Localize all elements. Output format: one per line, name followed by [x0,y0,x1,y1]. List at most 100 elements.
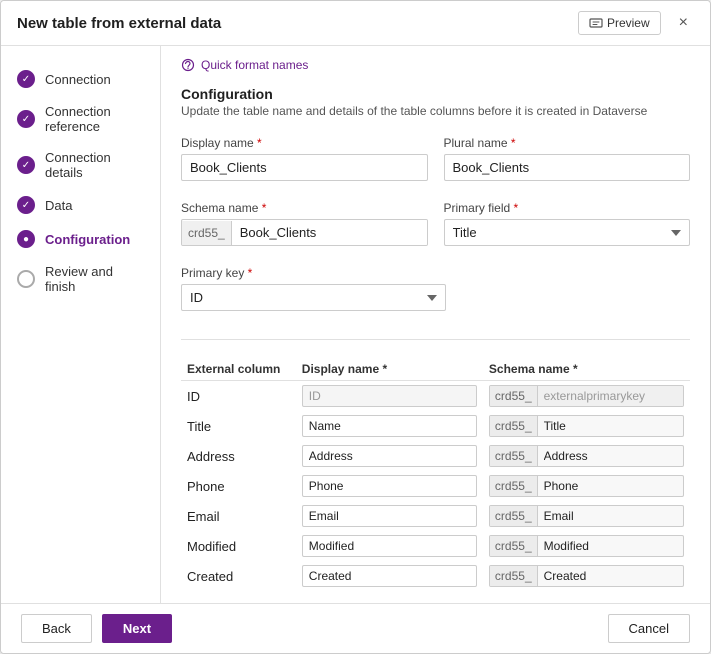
cell-schema: crd55_ [483,441,690,471]
dialog-body: ✓ Connection ✓ Connection reference ✓ Co… [1,46,710,603]
schema-cell-prefix: crd55_ [490,386,538,406]
step-circle-connection: ✓ [17,70,35,88]
next-button[interactable]: Next [102,614,172,643]
sidebar-item-connection-details[interactable]: ✓ Connection details [1,142,160,188]
plural-name-label: Plural name * [444,136,691,150]
cell-external: Created [181,561,296,591]
schema-cell-input[interactable] [538,506,683,526]
plural-name-input[interactable] [444,154,691,181]
cell-display [296,381,483,412]
footer-left: Back Next [21,614,172,643]
primary-key-select[interactable]: ID [181,284,446,311]
cell-external: Modified [181,531,296,561]
table-row: Emailcrd55_ [181,501,690,531]
table-row: Phone crd55_ [181,471,690,501]
preview-button[interactable]: Preview [578,11,661,35]
cell-display [296,501,483,531]
step-circle-data: ✓ [17,196,35,214]
table-row: Title crd55_ [181,411,690,441]
preview-icon [589,16,603,30]
primary-field-group: Primary field * Title [444,201,691,246]
cell-schema: crd55_ [483,381,690,412]
display-name-cell-input[interactable] [302,445,477,467]
primary-key-row: Primary key * ID [181,266,690,311]
schema-name-input-wrapper: crd55_ [181,219,428,246]
divider [181,339,690,340]
cell-external: Address [181,441,296,471]
section-title: Configuration [181,86,690,102]
display-name-input[interactable] [181,154,428,181]
table-row: Address crd55_ [181,441,690,471]
primary-field-label: Primary field * [444,201,691,215]
sidebar-item-connection-reference[interactable]: ✓ Connection reference [1,96,160,142]
dialog-header: New table from external data Preview × [1,1,710,46]
schema-cell-input[interactable] [538,386,683,406]
schema-cell-input[interactable] [538,536,683,556]
col-header-schema: Schema name * [483,358,690,381]
display-name-cell-input[interactable] [302,475,477,497]
schema-cell-input[interactable] [538,476,683,496]
display-name-label: Display name * [181,136,428,150]
cell-schema: crd55_ [483,531,690,561]
sidebar-item-review[interactable]: Review and finish [1,256,160,302]
dialog-title: New table from external data [17,15,221,32]
schema-cell-prefix: crd55_ [490,506,538,526]
columns-table: External column Display name * Schema na… [181,358,690,591]
schema-cell-input[interactable] [538,416,683,436]
cell-external: Phone [181,471,296,501]
primary-key-label: Primary key * [181,266,446,280]
quick-format-bar[interactable]: Quick format names [181,58,690,72]
schema-cell-input[interactable] [538,566,683,586]
plural-name-group: Plural name * [444,136,691,181]
cell-display [296,561,483,591]
col-header-external: External column [181,358,296,381]
dialog-footer: Back Next Cancel [1,603,710,653]
configuration-section: Configuration Update the table name and … [181,86,690,126]
schema-cell-prefix: crd55_ [490,416,538,436]
step-circle-connection-reference: ✓ [17,110,35,128]
cell-schema: crd55_ [483,561,690,591]
sidebar-item-connection[interactable]: ✓ Connection [1,62,160,96]
cell-display [296,441,483,471]
display-name-cell-input[interactable] [302,385,477,407]
display-name-cell-input[interactable] [302,535,477,557]
primary-key-select-wrapper: ID [181,284,446,311]
section-desc: Update the table name and details of the… [181,104,690,118]
primary-field-select-wrapper: Title [444,219,691,246]
display-name-cell-input[interactable] [302,505,477,527]
footer-right: Cancel [608,614,690,643]
step-circle-review [17,270,35,288]
display-name-cell-input[interactable] [302,415,477,437]
cell-display [296,411,483,441]
schema-prefix: crd55_ [182,221,232,245]
schema-cell-input[interactable] [538,446,683,466]
display-name-group: Display name * [181,136,428,181]
sidebar-item-data[interactable]: ✓ Data [1,188,160,222]
schema-cell-prefix: crd55_ [490,566,538,586]
main-content: Quick format names Configuration Update … [161,46,710,603]
primary-field-select[interactable]: Title [444,219,691,246]
schema-cell-prefix: crd55_ [490,536,538,556]
sidebar-item-configuration[interactable]: ● Configuration [1,222,160,256]
cancel-button[interactable]: Cancel [608,614,690,643]
cell-external: Title [181,411,296,441]
cell-display [296,471,483,501]
dialog: New table from external data Preview × ✓… [0,0,711,654]
col-header-display: Display name * [296,358,483,381]
name-row: Display name * Plural name * [181,136,690,181]
close-button[interactable]: × [673,12,694,34]
cell-schema: crd55_ [483,411,690,441]
display-name-cell-input[interactable] [302,565,477,587]
back-button[interactable]: Back [21,614,92,643]
schema-name-group: Schema name * crd55_ [181,201,428,246]
schema-name-input[interactable] [232,220,427,245]
cell-schema: crd55_ [483,501,690,531]
schema-cell-prefix: crd55_ [490,476,538,496]
sidebar: ✓ Connection ✓ Connection reference ✓ Co… [1,46,161,603]
header-right: Preview × [578,11,694,35]
schema-row: Schema name * crd55_ Primary field * Tit… [181,201,690,246]
columns-header-row: External column Display name * Schema na… [181,358,690,381]
table-row: Modified crd55_ [181,531,690,561]
cell-external: ID [181,381,296,412]
step-circle-connection-details: ✓ [17,156,35,174]
